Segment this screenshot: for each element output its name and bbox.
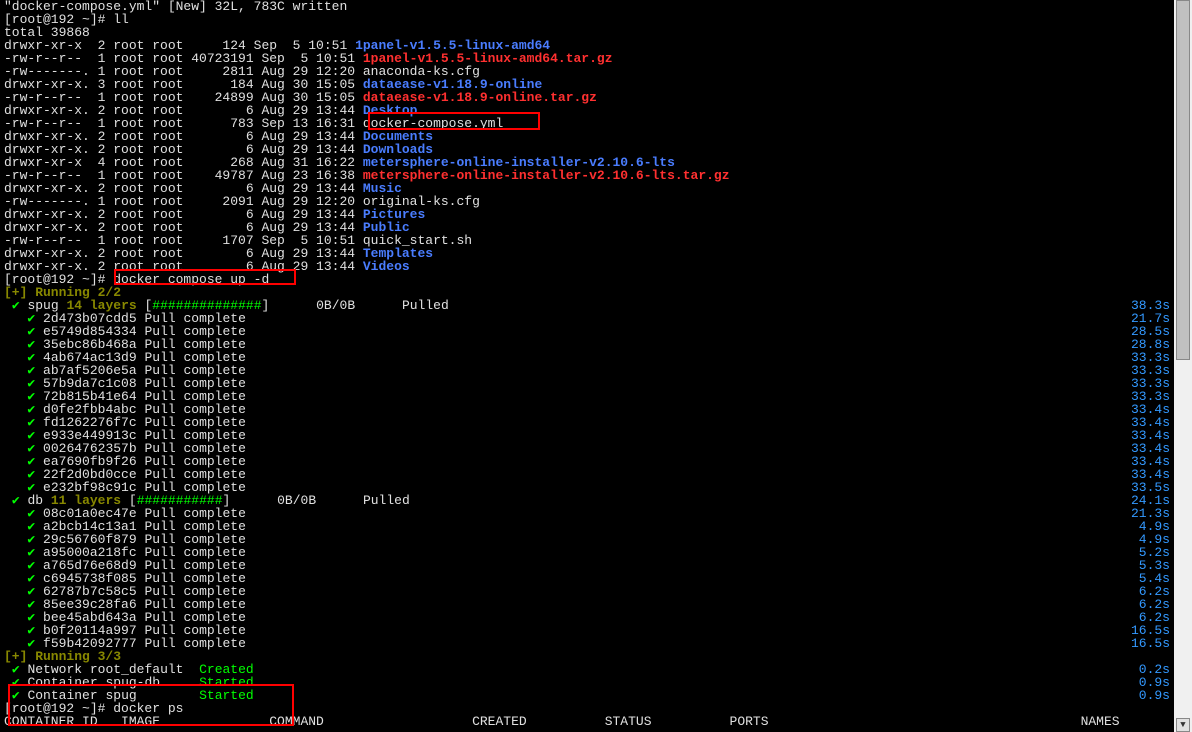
vim-status: "docker-compose.yml" [New] 32L, 783C wri… — [4, 0, 1170, 13]
terminal[interactable]: "docker-compose.yml" [New] 32L, 783C wri… — [0, 0, 1174, 732]
pull-layer: ✔ f59b42092777 Pull complete16.5s — [4, 637, 1170, 650]
ps-header: CONTAINER ID IMAGE COMMAND CREATED STATU… — [4, 715, 1170, 728]
prompt-ll: [root@192 ~]# ll — [4, 13, 1170, 26]
scroll-thumb[interactable] — [1176, 0, 1190, 360]
scroll-down-icon[interactable]: ▼ — [1176, 718, 1190, 732]
prompt-compose: [root@192 ~]# docker compose up -d — [4, 273, 1170, 286]
scrollbar[interactable]: ▲ ▼ — [1174, 0, 1192, 732]
